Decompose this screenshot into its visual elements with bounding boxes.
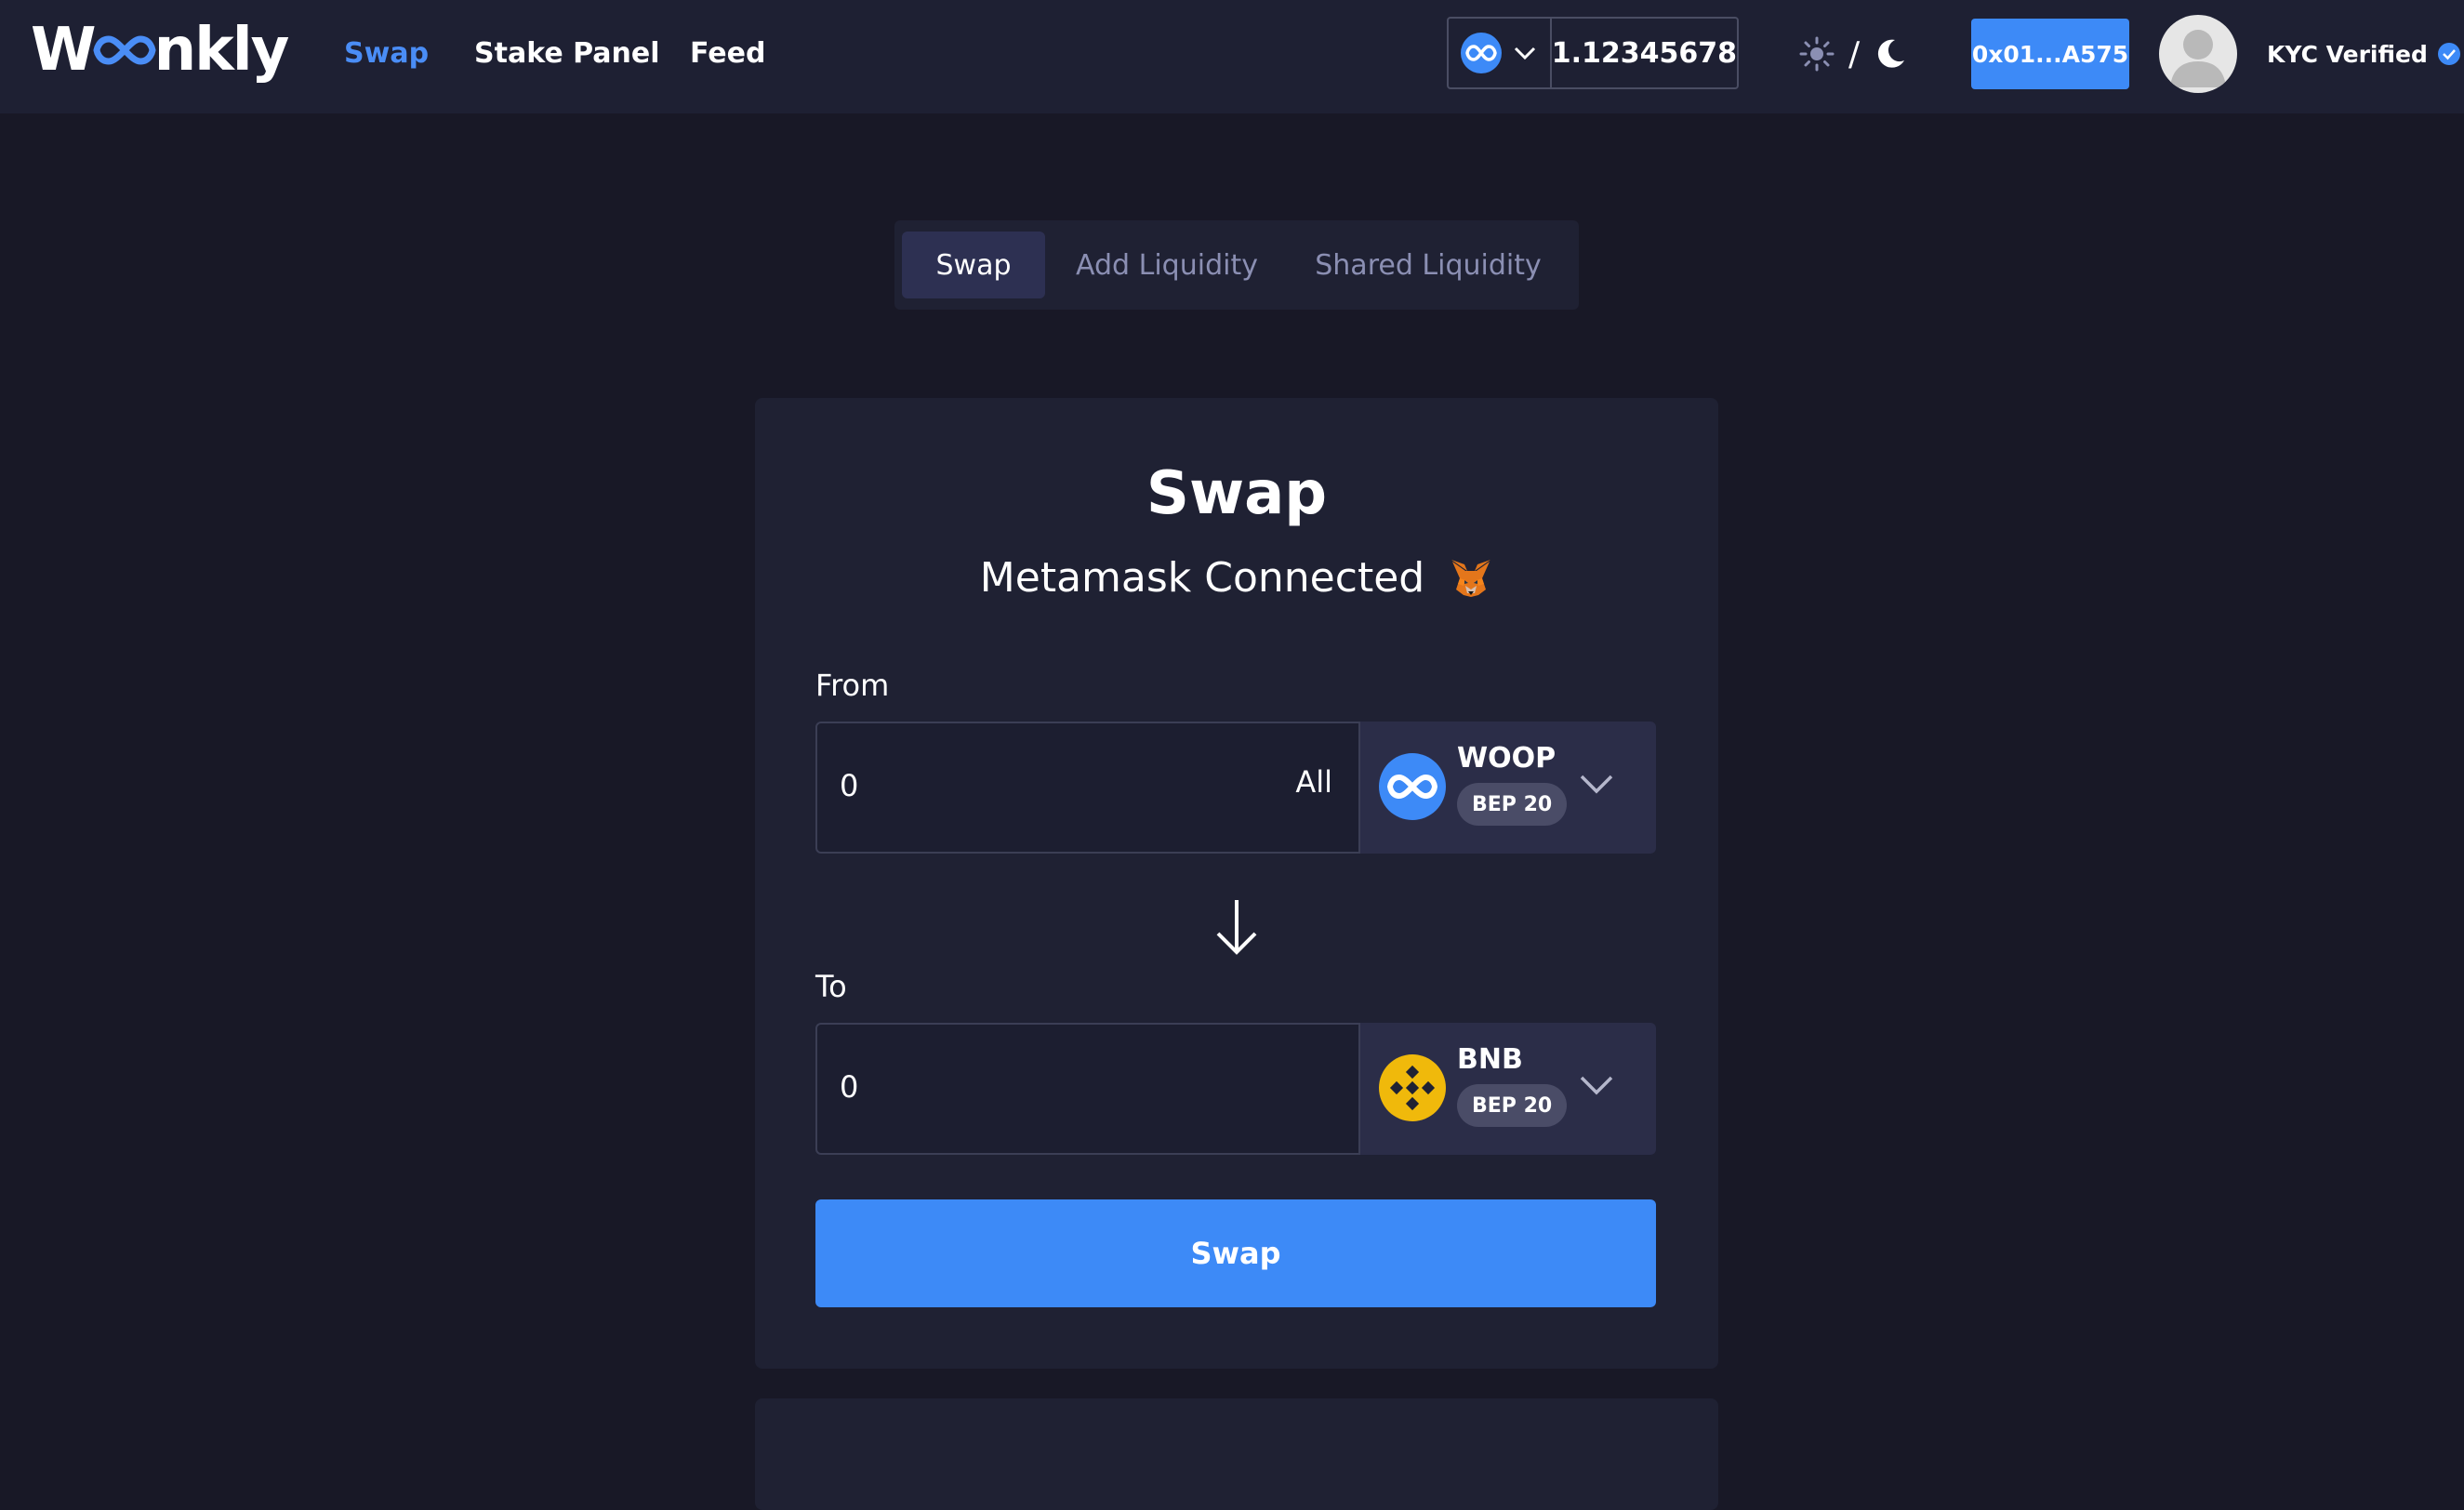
to-amount-field[interactable]: 0 xyxy=(815,1023,1360,1155)
to-token-standard-badge: BEP 20 xyxy=(1457,1084,1568,1127)
to-label: To xyxy=(815,969,847,1004)
swap-card: Swap Metamask Connected From 0 All WOOP … xyxy=(755,398,1718,1369)
brand-logo[interactable]: W nkly xyxy=(31,13,290,87)
network-token-selector[interactable] xyxy=(1449,19,1552,87)
to-row: 0 BNB BEP 20 xyxy=(815,1023,1656,1155)
chevron-down-icon xyxy=(1580,775,1613,794)
bnb-token-icon xyxy=(1379,1054,1446,1121)
metamask-fox-icon xyxy=(1451,559,1491,597)
nav-feed[interactable]: Feed xyxy=(690,33,765,74)
theme-toggle[interactable]: / xyxy=(1798,28,1908,80)
infinity-icon xyxy=(1461,33,1503,73)
to-amount-value[interactable]: 0 xyxy=(840,1069,858,1105)
card-title: Swap xyxy=(1146,459,1328,528)
logo-text-prefix: W xyxy=(31,16,97,85)
tab-add-liquidity[interactable]: Add Liquidity xyxy=(1045,232,1289,298)
arrow-down-icon xyxy=(1216,900,1257,955)
kyc-status: KYC Verified xyxy=(2267,33,2461,74)
logo-text-suffix: nkly xyxy=(153,16,290,85)
connection-status: Metamask Connected xyxy=(755,554,1718,602)
tab-shared-liquidity[interactable]: Shared Liquidity xyxy=(1289,232,1568,298)
from-amount-value[interactable]: 0 xyxy=(840,768,858,803)
user-avatar-icon xyxy=(2170,30,2226,87)
top-navbar: W nkly Swap Stake Panel Feed 1.12345678 xyxy=(0,0,2464,113)
verified-check-icon xyxy=(2437,43,2460,65)
moon-icon[interactable] xyxy=(1873,36,1908,72)
swap-submit-button[interactable]: Swap xyxy=(815,1199,1656,1307)
from-token-standard-badge: BEP 20 xyxy=(1457,783,1568,826)
connection-status-text: Metamask Connected xyxy=(979,554,1425,602)
wallet-address-button[interactable]: 0x01...A575 xyxy=(1971,19,2129,89)
from-token-selector[interactable]: WOOP BEP 20 xyxy=(1360,722,1656,854)
token-balance: 1.12345678 xyxy=(1551,36,1737,70)
from-row: 0 All WOOP BEP 20 xyxy=(815,722,1656,854)
max-all-button[interactable]: All xyxy=(1295,764,1332,800)
theme-separator: / xyxy=(1848,34,1861,73)
woop-token-icon xyxy=(1379,753,1446,820)
avatar[interactable] xyxy=(2159,15,2237,93)
to-token-selector[interactable]: BNB BEP 20 xyxy=(1360,1023,1656,1155)
chevron-down-icon xyxy=(1515,46,1536,60)
tab-swap[interactable]: Swap xyxy=(902,232,1045,298)
logo-infinity-icon xyxy=(93,35,156,65)
from-amount-field[interactable]: 0 All xyxy=(815,722,1360,854)
swap-mode-tabs: Swap Add Liquidity Shared Liquidity xyxy=(894,220,1579,310)
to-token-symbol: BNB xyxy=(1457,1043,1523,1076)
nav-stake-panel[interactable]: Stake Panel xyxy=(474,33,660,74)
sun-icon[interactable] xyxy=(1798,35,1835,73)
from-label: From xyxy=(815,668,890,703)
nav-swap[interactable]: Swap xyxy=(344,33,429,74)
network-balance-widget: 1.12345678 xyxy=(1447,17,1739,89)
kyc-label: KYC Verified xyxy=(2267,40,2428,68)
from-token-symbol: WOOP xyxy=(1457,742,1557,775)
chevron-down-icon xyxy=(1580,1076,1613,1095)
secondary-card xyxy=(755,1398,1718,1510)
